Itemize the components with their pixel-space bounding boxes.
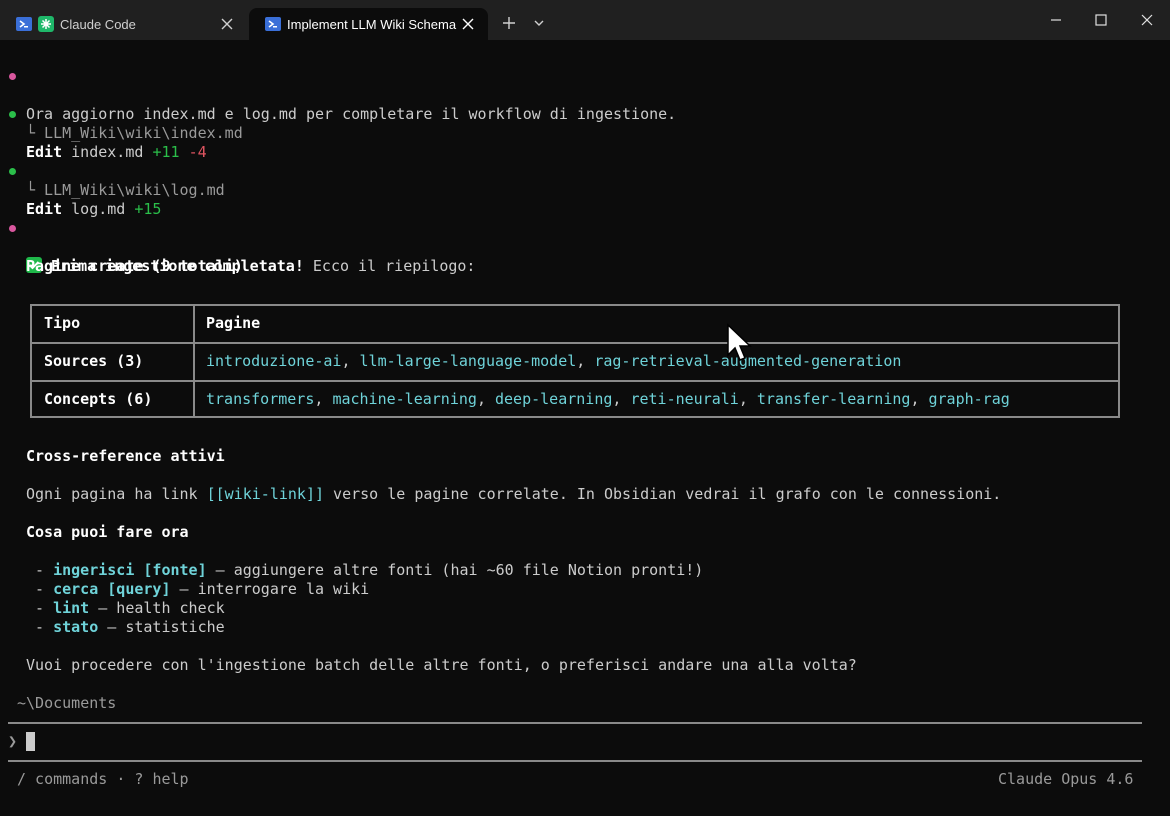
close-tab-icon[interactable]: [460, 16, 476, 32]
question-line: Vuoi procedere con l'ingestione batch de…: [26, 656, 857, 674]
input-bottom-divider: [8, 760, 1142, 762]
table-cell-pagine: transformers, machine-learning, deep-lea…: [206, 390, 1010, 408]
tab-label: Claude Code: [60, 16, 136, 32]
wiki-link[interactable]: machine-learning: [332, 390, 477, 408]
edit-log-path: └ LLM_Wiki\wiki\log.md: [26, 181, 225, 199]
current-directory: ~\Documents: [17, 694, 117, 712]
bullet-dot-icon: [9, 168, 16, 175]
wiki-link[interactable]: deep-learning: [495, 390, 612, 408]
wiki-link[interactable]: transformers: [206, 390, 314, 408]
powershell-icon: [16, 16, 32, 32]
wiki-link[interactable]: reti-neurali: [630, 390, 738, 408]
pages-heading: Pagine create (9 totali): [26, 257, 243, 275]
pages-table: Tipo Pagine Sources (3) introduzione-ai,…: [30, 304, 1120, 418]
terminal-output: Ora aggiorno index.md e log.md per compl…: [0, 40, 1170, 816]
table-cell-tipo: Concepts (6): [44, 390, 153, 408]
input-top-divider: [8, 722, 1142, 724]
crossref-heading: Cross-reference attivi: [26, 447, 225, 465]
minimize-icon[interactable]: [1044, 8, 1068, 32]
edit-index-line: Edit index.md +11 -4: [0, 105, 1170, 161]
close-tab-icon[interactable]: [219, 16, 235, 32]
prompt-symbol: ❯: [8, 732, 18, 750]
action-item: - lint — health check: [26, 599, 225, 617]
table-divider: [193, 306, 195, 416]
message-line: Ora aggiorno index.md e log.md per compl…: [0, 67, 1170, 123]
action-item: - stato — statistiche: [26, 618, 225, 636]
wiki-link-example: [[wiki-link]]: [206, 485, 325, 503]
bullet-dot-icon: [9, 225, 16, 232]
new-tab-button[interactable]: [500, 12, 518, 34]
table-cell-pagine: introduzione-ai, llm-large-language-mode…: [206, 352, 902, 370]
wiki-link[interactable]: introduzione-ai: [206, 352, 341, 370]
powershell-icon: [265, 16, 281, 32]
title-bar: Claude Code Implement LLM Wiki Schema: [0, 0, 1170, 40]
footer-help: / commands · ? help: [17, 770, 189, 788]
actions-heading: Cosa puoi fare ora: [26, 523, 189, 541]
table-header-pagine: Pagine: [206, 314, 261, 332]
summary-line: Prima ingestione completata! Ecco il rie…: [0, 219, 1170, 275]
claude-logo-icon: [38, 16, 54, 32]
prompt-input-cursor[interactable]: [26, 732, 35, 751]
bullet-dot-icon: [9, 111, 16, 118]
action-item: - cerca [query] — interrogare la wiki: [26, 580, 370, 598]
wiki-link[interactable]: transfer-learning: [757, 390, 911, 408]
tab-claude-code[interactable]: Claude Code: [0, 8, 247, 40]
wiki-link[interactable]: graph-rag: [929, 390, 1010, 408]
edit-index-path: └ LLM_Wiki\wiki\index.md: [26, 124, 243, 142]
bullet-dot-icon: [9, 73, 16, 80]
mouse-pointer-icon: [726, 323, 752, 363]
chevron-down-icon[interactable]: [530, 12, 548, 34]
action-item: - ingerisci [fonte] — aggiungere altre f…: [26, 561, 704, 579]
edit-log-line: Edit log.md +15: [0, 162, 1170, 218]
maximize-icon[interactable]: [1089, 8, 1113, 32]
table-cell-tipo: Sources (3): [44, 352, 144, 370]
model-label: Claude Opus 4.6: [998, 770, 1134, 788]
tab-implement-llm-wiki-schema[interactable]: Implement LLM Wiki Schema: [249, 8, 488, 40]
close-window-icon[interactable]: [1135, 8, 1159, 32]
crossref-text: Ogni pagina ha link [[wiki-link]] verso …: [26, 485, 1002, 503]
wiki-link[interactable]: llm-large-language-model: [360, 352, 577, 370]
tab-label: Implement LLM Wiki Schema: [287, 16, 457, 32]
table-header-tipo: Tipo: [44, 314, 81, 332]
